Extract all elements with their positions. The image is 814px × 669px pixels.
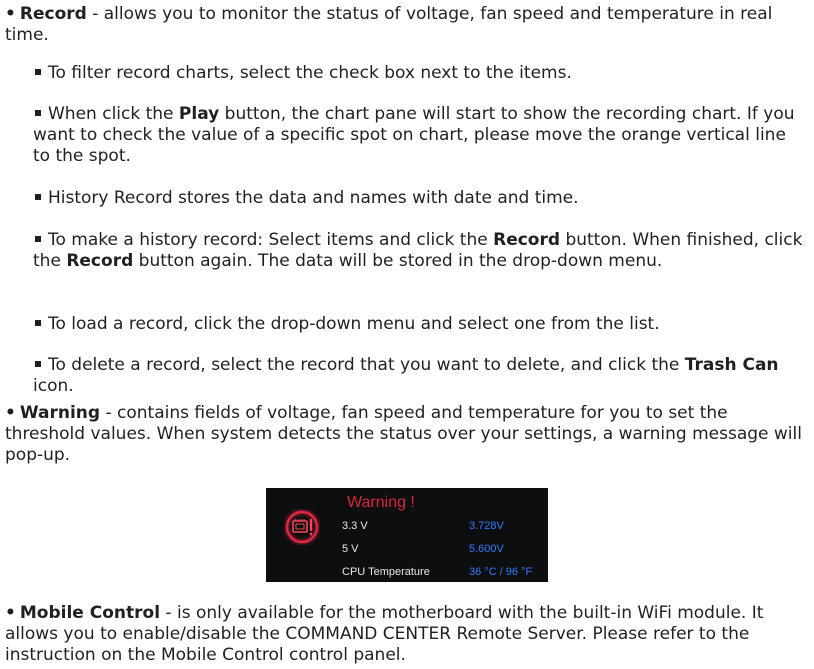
record-item-load: To load a record, click the drop-down me… (33, 314, 805, 335)
warning-heading: Warning (19, 403, 101, 423)
record-heading: Record (19, 4, 87, 24)
square-bullet (35, 360, 41, 367)
warning-popup-image: Warning ! 3.3 V 3.728V 5 V 5.600V CPU Te… (266, 488, 548, 582)
record-paragraph: • Record - allows you to monitor the stat… (5, 4, 805, 46)
mobile-control-heading: Mobile Control (19, 603, 161, 623)
item-text: To delete a record, select the record th… (48, 355, 685, 375)
item-text: icon. (33, 376, 74, 396)
row-label: CPU Temperature (342, 566, 430, 578)
record-item-filter: To filter record charts, select the chec… (33, 63, 805, 84)
record-item-play: When click the Play button, the chart pa… (33, 104, 805, 167)
item-text: When click the (48, 104, 179, 124)
row-value: 3.728V (469, 520, 504, 532)
square-bullet (35, 235, 41, 242)
record-keyword: Record (66, 251, 134, 271)
row-value: 5.600V (469, 543, 504, 555)
square-bullet (35, 68, 41, 75)
trash-can-keyword: Trash Can (684, 355, 779, 375)
row-label: 5 V (342, 543, 359, 555)
item-text: History Record stores the data and names… (48, 188, 579, 208)
square-bullet (35, 193, 41, 200)
record-description: - allows you to monitor the status of vo… (5, 4, 773, 45)
play-keyword: Play (178, 104, 220, 124)
record-item-history: History Record stores the data and names… (33, 188, 805, 209)
record-keyword: Record (493, 230, 561, 250)
item-text: button again. The data will be stored in… (133, 251, 663, 271)
bullet: • (5, 603, 16, 623)
bullet: • (5, 4, 16, 24)
row-value: 36 °C / 96 °F (469, 566, 533, 578)
record-item-delete: To delete a record, select the record th… (33, 355, 805, 397)
item-text: To filter record charts, select the chec… (48, 63, 572, 83)
item-text: To load a record, click the drop-down me… (48, 314, 660, 334)
mobile-control-paragraph: • Mobile Control - is only available for … (5, 603, 805, 666)
popup-title: Warning ! (347, 494, 415, 511)
square-bullet (35, 319, 41, 326)
warning-paragraph: • Warning - contains fields of voltage, f… (5, 403, 805, 466)
item-text: To make a history record: Select items a… (48, 230, 494, 250)
bullet: • (5, 403, 16, 423)
row-label: 3.3 V (342, 520, 368, 532)
warning-description: - contains fields of voltage, fan speed … (5, 403, 802, 465)
warning-chip-icon (285, 510, 319, 544)
square-bullet (35, 109, 41, 116)
record-item-make: To make a history record: Select items a… (33, 230, 805, 272)
